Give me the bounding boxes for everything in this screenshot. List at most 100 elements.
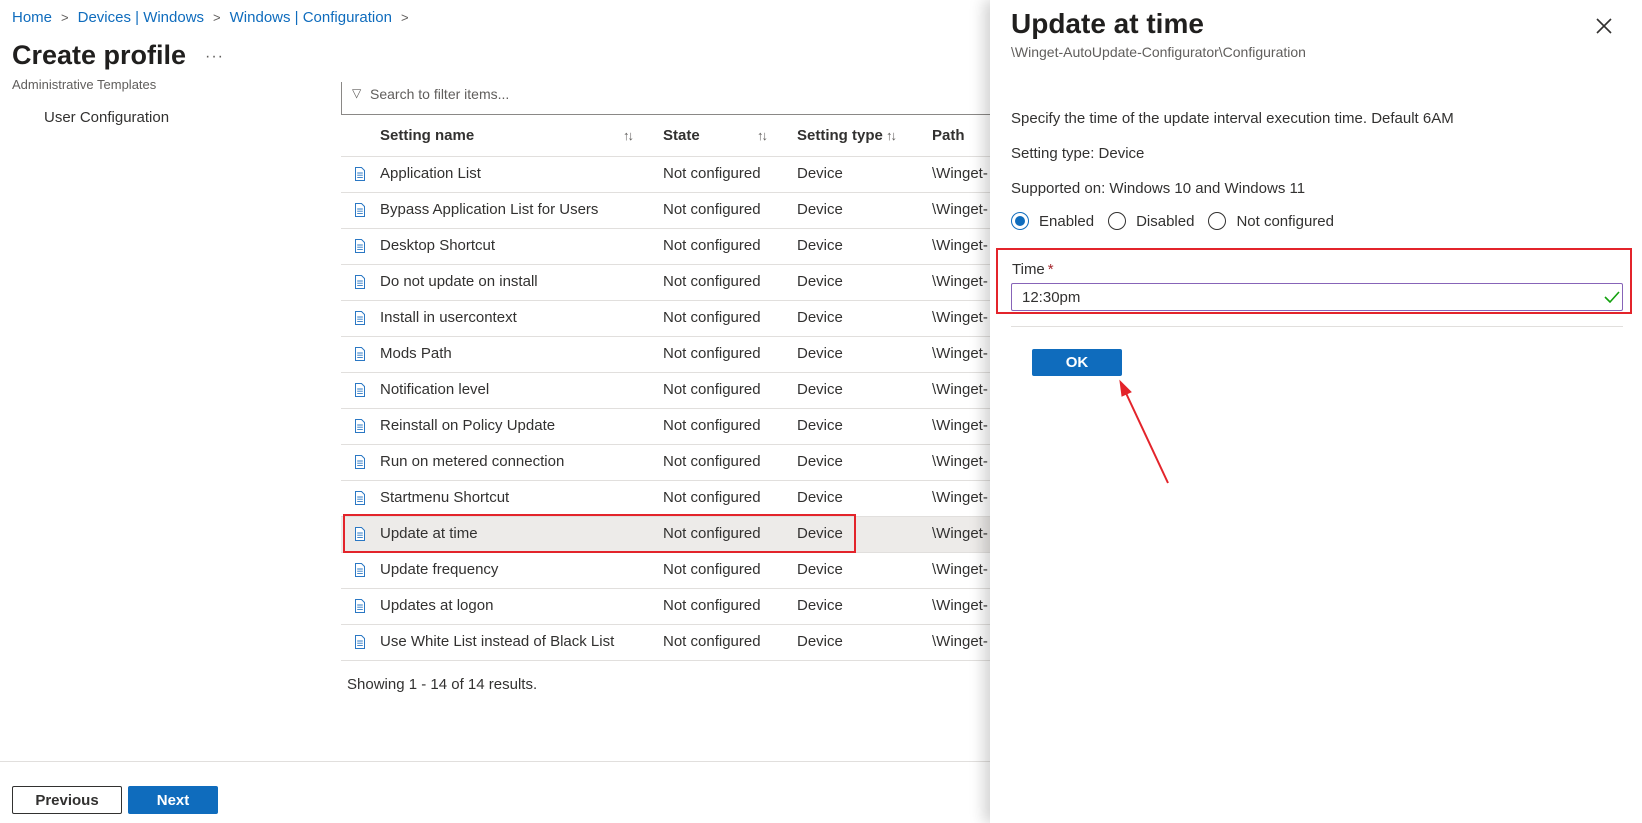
- state-cell: Not configured: [663, 273, 761, 290]
- chevron-right-icon: >: [61, 10, 69, 25]
- setting-name-cell[interactable]: Use White List instead of Black List: [380, 633, 614, 650]
- path-cell: \Winget-: [932, 309, 988, 326]
- state-cell: Not configured: [663, 525, 761, 542]
- table-row[interactable]: Update at time Not configured Device \Winge…: [341, 517, 991, 553]
- document-icon: [355, 311, 365, 325]
- table-row[interactable]: Bypass Application List for Users Not con…: [341, 193, 991, 229]
- setting-type-cell: Device: [797, 273, 843, 290]
- panel-setting-type: Setting type: Device: [1011, 145, 1145, 162]
- radio-button[interactable]: [1011, 212, 1029, 230]
- path-cell: \Winget-: [932, 597, 988, 614]
- results-count: Showing 1 - 14 of 14 results.: [347, 676, 538, 693]
- document-icon: [355, 419, 365, 433]
- table-row[interactable]: Desktop Shortcut Not configured Device \Win…: [341, 229, 991, 265]
- column-header-setting-type[interactable]: Setting type: [797, 127, 883, 144]
- radio-disabled[interactable]: Disabled: [1108, 212, 1194, 230]
- next-button[interactable]: Next: [128, 786, 218, 814]
- chevron-right-icon: >: [400, 10, 409, 25]
- table-row[interactable]: Reinstall on Policy Update Not configured…: [341, 409, 991, 445]
- column-header-state[interactable]: State: [663, 127, 700, 144]
- state-cell: Not configured: [663, 453, 761, 470]
- setting-type-cell: Device: [797, 345, 843, 362]
- setting-type-cell: Device: [797, 201, 843, 218]
- table-row[interactable]: Mods Path Not configured Device \Winget-: [341, 337, 991, 373]
- sort-icon[interactable]: ↑↓: [623, 128, 634, 143]
- setting-name-cell[interactable]: Notification level: [380, 381, 489, 398]
- table-row[interactable]: Update frequency Not configured Device \Win…: [341, 553, 991, 589]
- setting-name-cell[interactable]: Desktop Shortcut: [380, 237, 495, 254]
- setting-detail-panel: Update at time \Winget-AutoUpdate-Config…: [990, 0, 1642, 823]
- setting-name-cell[interactable]: Bypass Application List for Users: [380, 201, 598, 218]
- document-icon: [355, 167, 365, 181]
- setting-type-cell: Device: [797, 489, 843, 506]
- radio-button[interactable]: [1208, 212, 1227, 230]
- radio-button[interactable]: [1108, 212, 1127, 230]
- setting-name-cell[interactable]: Reinstall on Policy Update: [380, 417, 555, 434]
- path-cell: \Winget-: [932, 561, 988, 578]
- table-row[interactable]: Application List Not configured Device \Win…: [341, 157, 991, 193]
- table-row[interactable]: Startmenu Shortcut Not configured Device \W…: [341, 481, 991, 517]
- table-row[interactable]: Notification level Not configured Device \W…: [341, 373, 991, 409]
- breadcrumb-devices-windows[interactable]: Devices | Windows: [78, 9, 204, 26]
- table-row[interactable]: Use White List instead of Black List Not …: [341, 625, 991, 661]
- setting-type-cell: Device: [797, 561, 843, 578]
- setting-name-cell[interactable]: Mods Path: [380, 345, 452, 362]
- time-input[interactable]: [1011, 283, 1623, 311]
- setting-name-cell[interactable]: Update at time: [380, 525, 478, 542]
- radio-not-configured[interactable]: Not configured: [1208, 212, 1334, 230]
- previous-button[interactable]: Previous: [12, 786, 122, 814]
- time-label: Time *: [1012, 261, 1054, 278]
- state-cell: Not configured: [663, 237, 761, 254]
- document-icon: [355, 563, 365, 577]
- setting-type-cell: Device: [797, 633, 843, 650]
- path-cell: \Winget-: [932, 201, 988, 218]
- column-header-path[interactable]: Path: [932, 127, 965, 144]
- setting-name-cell[interactable]: Update frequency: [380, 561, 498, 578]
- filter-placeholder: Search to filter items...: [370, 86, 510, 102]
- sort-icon[interactable]: ↑↓: [886, 128, 897, 143]
- filter-input[interactable]: ▽ Search to filter items...: [341, 82, 991, 115]
- sort-icon[interactable]: ↑↓: [757, 128, 768, 143]
- state-radio-group: Enabled Disabled Not configured: [1011, 212, 1348, 230]
- breadcrumb-home[interactable]: Home: [12, 9, 52, 26]
- setting-name-cell[interactable]: Run on metered connection: [380, 453, 564, 470]
- state-cell: Not configured: [663, 165, 761, 182]
- setting-name-cell[interactable]: Install in usercontext: [380, 309, 517, 326]
- setting-name-cell[interactable]: Do not update on install: [380, 273, 538, 290]
- tree-item-user-configuration[interactable]: User Configuration: [44, 109, 169, 126]
- setting-name-cell[interactable]: Application List: [380, 165, 481, 182]
- document-icon: [355, 599, 365, 613]
- setting-name-cell[interactable]: Updates at logon: [380, 597, 493, 614]
- column-header-setting-name[interactable]: Setting name: [380, 127, 474, 144]
- more-options-icon[interactable]: ···: [205, 48, 224, 66]
- document-icon: [355, 203, 365, 217]
- table-row[interactable]: Run on metered connection Not configured D…: [341, 445, 991, 481]
- setting-type-cell: Device: [797, 165, 843, 182]
- panel-supported-on: Supported on: Windows 10 and Windows 11: [1011, 180, 1306, 197]
- document-icon: [355, 527, 365, 541]
- breadcrumb-windows-configuration[interactable]: Windows | Configuration: [230, 9, 392, 26]
- panel-description: Specify the time of the update interval …: [1011, 110, 1454, 127]
- document-icon: [355, 491, 365, 505]
- state-cell: Not configured: [663, 489, 761, 506]
- table-body: Application List Not configured Device \Win…: [341, 157, 991, 661]
- panel-path: \Winget-AutoUpdate-Configurator\Configur…: [1011, 44, 1306, 60]
- page-title: Create profile: [12, 40, 187, 70]
- setting-type-cell: Device: [797, 453, 843, 470]
- radio-enabled[interactable]: Enabled: [1011, 212, 1094, 230]
- table-row[interactable]: Updates at logon Not configured Device \Win…: [341, 589, 991, 625]
- settings-table: Setting name ↑↓ State ↑↓ Setting type ↑↓…: [341, 118, 991, 661]
- document-icon: [355, 455, 365, 469]
- state-cell: Not configured: [663, 201, 761, 218]
- time-field-highlight: Time *: [996, 248, 1632, 314]
- table-row[interactable]: Do not update on install Not configured De…: [341, 265, 991, 301]
- filter-icon: ▽: [352, 86, 362, 100]
- document-icon: [355, 635, 365, 649]
- close-icon[interactable]: [1594, 16, 1614, 36]
- table-row[interactable]: Install in usercontext Not configured Devi…: [341, 301, 991, 337]
- panel-divider: [1011, 326, 1623, 327]
- chevron-right-icon: >: [213, 10, 221, 25]
- setting-name-cell[interactable]: Startmenu Shortcut: [380, 489, 509, 506]
- page-subtitle: Administrative Templates: [12, 77, 157, 92]
- ok-button[interactable]: OK: [1032, 349, 1122, 376]
